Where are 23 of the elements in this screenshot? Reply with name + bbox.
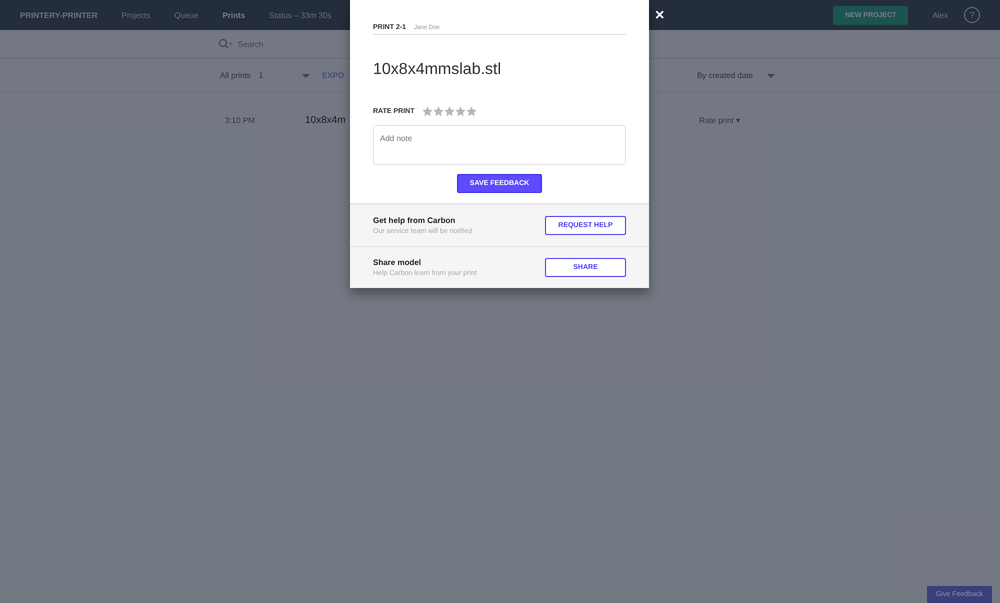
nav-tab[interactable]: Projects xyxy=(122,10,150,20)
sort-dropdown[interactable]: By created date xyxy=(696,71,775,80)
section-title: Get help from Carbon xyxy=(373,216,456,225)
star-icon[interactable] xyxy=(433,106,444,117)
file-name: 10x8x4m xyxy=(305,115,346,126)
filter-dropdown[interactable]: All prints 1 xyxy=(220,71,310,80)
brand-name[interactable]: PRINTERY-PRINTER xyxy=(20,10,98,20)
star-icon[interactable] xyxy=(422,106,434,117)
rate-print-link[interactable]: Rate print ▾ xyxy=(699,116,740,125)
nav-tab[interactable]: Status – 33m 30s xyxy=(269,10,332,20)
star-icon[interactable] xyxy=(455,106,466,117)
close-button[interactable]: × xyxy=(655,8,664,24)
help-button[interactable]: ? xyxy=(964,7,980,23)
note-field[interactable]: Add note xyxy=(373,125,626,165)
print-time: 3:10 PM xyxy=(225,116,256,125)
nav-tab[interactable]: Queue xyxy=(174,10,198,20)
user-name[interactable]: Alex xyxy=(932,10,948,20)
section-title: Share model xyxy=(373,258,422,267)
search-icon xyxy=(218,38,232,50)
star-icon[interactable] xyxy=(466,106,478,117)
model-file-name: 10x8x4mmslab.stl xyxy=(373,61,502,79)
star-icon[interactable] xyxy=(444,106,456,117)
nav-tab[interactable]: Prints xyxy=(222,10,246,20)
